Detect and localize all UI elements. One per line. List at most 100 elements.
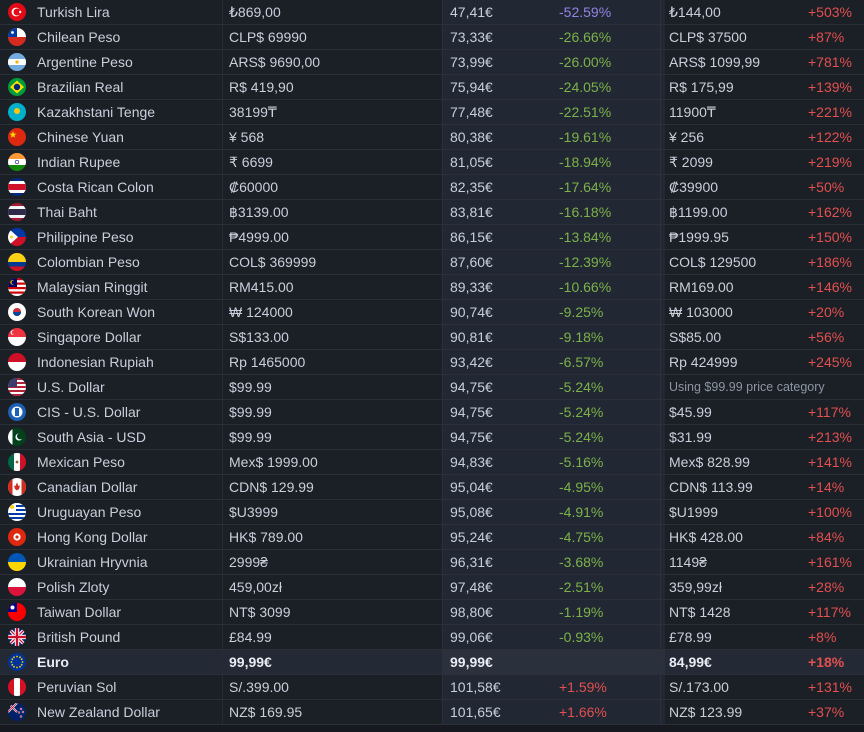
regional-price: ฿1199.00	[660, 200, 809, 224]
malaysia-flag-icon	[8, 278, 28, 296]
price-difference-percent: -24.05%	[554, 75, 665, 99]
regional-price: CDN$ 113.99	[660, 475, 809, 499]
singapore-flag-icon	[8, 328, 28, 346]
taiwan-flag-icon	[8, 603, 28, 621]
converted-price-eur: 101,58€	[442, 675, 562, 699]
philippines-flag-icon	[8, 228, 28, 246]
currency-name: Peruvian Sol	[37, 679, 117, 695]
converted-price-eur: 98,80€	[442, 600, 562, 624]
converted-price-eur: 95,24€	[442, 525, 562, 549]
currency-name: Argentine Peso	[37, 54, 133, 70]
regional-price: ₱1999.95	[660, 225, 809, 249]
converted-price-eur: 47,41€	[442, 0, 562, 24]
converted-price-eur: 73,99€	[442, 50, 562, 74]
currency-name: Chinese Yuan	[37, 129, 124, 145]
table-row: Peruvian Sol S/.399.00 101,58€ +1.59% S/.173…	[0, 675, 864, 700]
currency-name: U.S. Dollar	[37, 379, 105, 395]
table-row: Hong Kong Dollar HK$ 789.00 95,24€ -4.75% HK…	[0, 525, 864, 550]
hong-kong-flag-icon	[8, 528, 28, 546]
converted-price-eur: 97,48€	[442, 575, 562, 599]
pakistan-flag-icon	[8, 428, 28, 446]
regional-difference-percent: +20%	[808, 304, 845, 320]
regional-difference-percent: +8%	[808, 629, 837, 645]
regional-difference-percent: +503%	[808, 4, 852, 20]
china-flag-icon	[8, 128, 28, 146]
argentina-flag-icon	[8, 53, 28, 71]
price-difference-percent: -12.39%	[554, 250, 665, 274]
converted-price-eur: 82,35€	[442, 175, 562, 199]
regional-price: NZ$ 123.99	[660, 700, 809, 724]
regional-price: HK$ 428.00	[660, 525, 809, 549]
converted-price-eur: 96,31€	[442, 550, 562, 574]
currency-name: Malaysian Ringgit	[37, 279, 148, 295]
local-price: CLP$ 69990	[222, 25, 449, 49]
regional-price: Using $99.99 price category	[660, 375, 864, 399]
table-row: New Zealand Dollar NZ$ 169.95 101,65€ +1.66…	[0, 700, 864, 725]
regional-difference-percent: +150%	[808, 229, 852, 245]
regional-difference-percent: +56%	[808, 329, 845, 345]
currency-name: British Pound	[37, 629, 121, 645]
price-difference-percent: -6.57%	[554, 350, 665, 374]
price-difference-percent: -3.68%	[554, 550, 665, 574]
currency-name: Mexican Peso	[37, 454, 125, 470]
converted-price-eur: 95,04€	[442, 475, 562, 499]
converted-price-eur: 94,75€	[442, 375, 562, 399]
regional-price: CLP$ 37500	[660, 25, 809, 49]
currency-name: Costa Rican Colon	[37, 179, 154, 195]
price-difference-percent: -9.25%	[554, 300, 665, 324]
price-difference-percent: -4.75%	[554, 525, 665, 549]
regional-difference-percent: +84%	[808, 529, 845, 545]
local-price: S/.399.00	[222, 675, 449, 699]
thailand-flag-icon	[8, 203, 28, 221]
table-row: British Pound £84.99 99,06€ -0.93% £78.99 +8%	[0, 625, 864, 650]
regional-price: 359,99zł	[660, 575, 809, 599]
price-difference-percent: -2.51%	[554, 575, 665, 599]
local-price: $99.99	[222, 400, 449, 424]
price-difference-percent: -5.24%	[554, 425, 665, 449]
regional-difference-percent: +139%	[808, 79, 852, 95]
price-difference-percent: -52.59%	[554, 0, 665, 24]
table-row: South Korean Won ₩ 124000 90,74€ -9.25% ₩ 10…	[0, 300, 864, 325]
table-row: Mexican Peso Mex$ 1999.00 94,83€ -5.16% Mex$…	[0, 450, 864, 475]
regional-price: $U1999	[660, 500, 809, 524]
price-difference-percent: -18.94%	[554, 150, 665, 174]
brazil-flag-icon	[8, 78, 28, 96]
table-row: U.S. Dollar $99.99 94,75€ -5.24% Using $99.9…	[0, 375, 864, 400]
converted-price-eur: 90,81€	[442, 325, 562, 349]
usa-flag-icon	[8, 378, 28, 396]
local-price: $U3999	[222, 500, 449, 524]
local-price: Mex$ 1999.00	[222, 450, 449, 474]
table-row: Euro 99,99€ 99,99€ 84,99€ +18%	[0, 650, 864, 675]
eu-flag-icon	[8, 653, 28, 671]
converted-price-eur: 90,74€	[442, 300, 562, 324]
canada-flag-icon	[8, 478, 28, 496]
regional-price: ₩ 103000	[660, 300, 809, 324]
price-difference-percent: -17.64%	[554, 175, 665, 199]
regional-price: Rp 424999	[660, 350, 809, 374]
regional-price: 11900₸	[660, 100, 809, 124]
currency-name: Ukrainian Hryvnia	[37, 554, 148, 570]
local-price: ₡60000	[222, 175, 449, 199]
currency-name: Kazakhstani Tenge	[37, 104, 156, 120]
local-price: $99.99	[222, 375, 449, 399]
converted-price-eur: 81,05€	[442, 150, 562, 174]
local-price: 459,00zł	[222, 575, 449, 599]
regional-price: 1149₴	[660, 550, 809, 574]
poland-flag-icon	[8, 578, 28, 596]
price-difference-percent	[554, 650, 665, 674]
regional-difference-percent: +122%	[808, 129, 852, 145]
regional-difference-percent: +50%	[808, 179, 845, 195]
regional-price: COL$ 129500	[660, 250, 809, 274]
indonesia-flag-icon	[8, 353, 28, 371]
local-price: HK$ 789.00	[222, 525, 449, 549]
regional-difference-percent: +18%	[808, 654, 845, 670]
local-price: ₱4999.00	[222, 225, 449, 249]
price-difference-percent: -4.95%	[554, 475, 665, 499]
kazakhstan-flag-icon	[8, 103, 28, 121]
regional-difference-percent: +141%	[808, 454, 852, 470]
regional-difference-percent: +131%	[808, 679, 852, 695]
table-row: Chilean Peso CLP$ 69990 73,33€ -26.66% CLP$ …	[0, 25, 864, 50]
table-row: Ukrainian Hryvnia 2999₴ 96,31€ -3.68% 1149₴ +…	[0, 550, 864, 575]
currency-name: Turkish Lira	[37, 4, 110, 20]
local-price: 99,99€	[222, 650, 449, 674]
